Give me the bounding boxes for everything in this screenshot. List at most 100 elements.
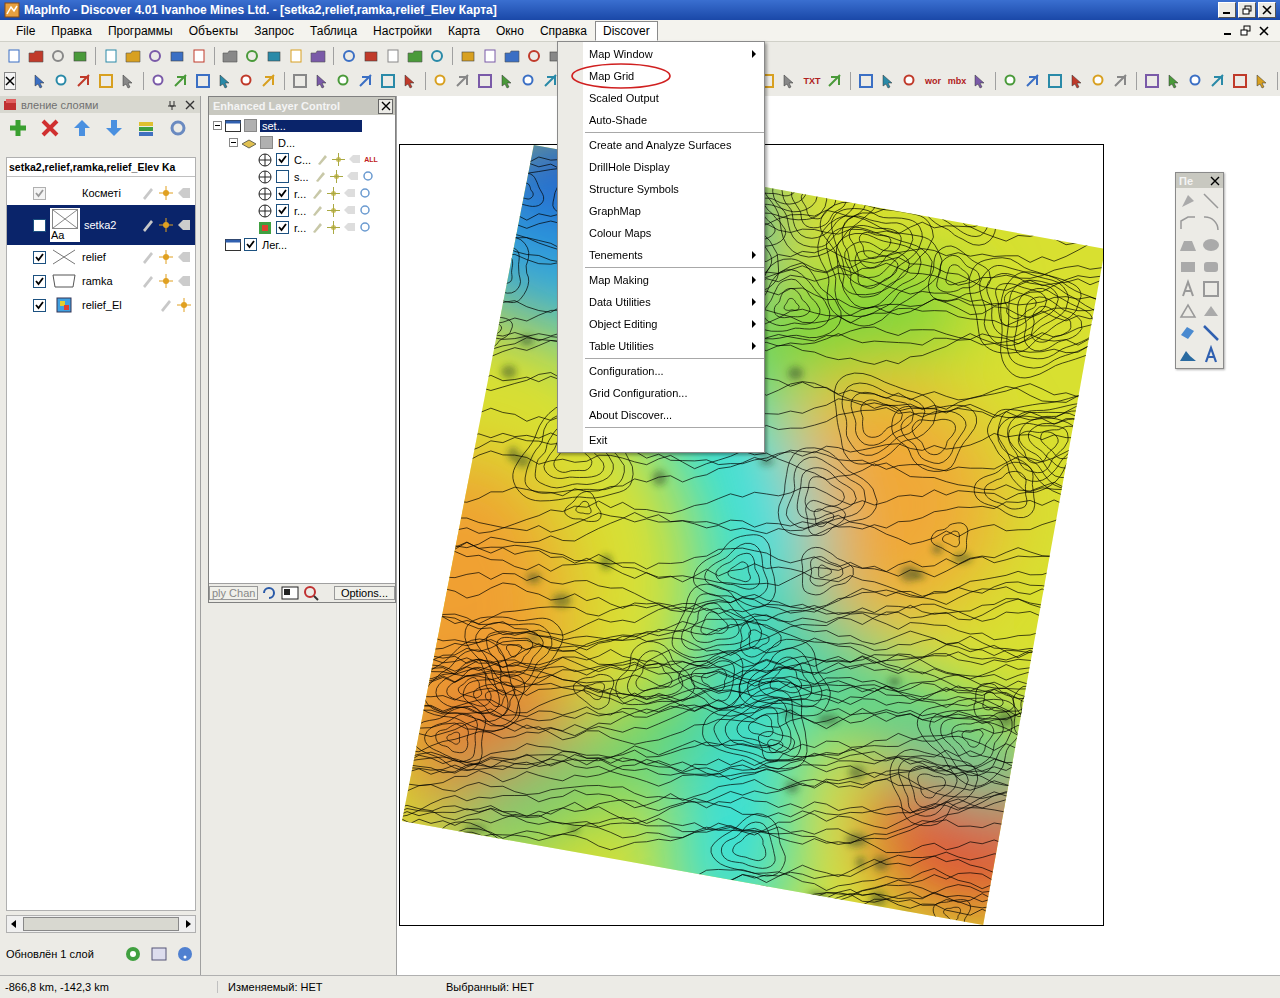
scroll-right-icon[interactable] [181,917,195,931]
tree-node[interactable]: D... [209,134,395,151]
line-style-tool-icon[interactable] [1201,323,1221,343]
move-down-icon[interactable] [104,118,124,138]
rounded-rectangle-tool-icon[interactable] [1201,257,1221,277]
selectable-icon[interactable] [159,218,173,232]
mdi-restore-icon[interactable] [1240,25,1252,37]
label-icon[interactable] [343,187,356,200]
zoom-icon[interactable] [359,221,372,234]
toolbar-button[interactable] [70,46,90,66]
toolbar-button[interactable] [361,46,381,66]
collapse-icon[interactable] [229,138,238,147]
toolbar-button[interactable] [189,46,209,66]
toolbar-button[interactable] [475,71,495,91]
layer-properties-icon[interactable] [136,118,156,138]
menu-entry[interactable]: Auto-Shade [583,109,764,131]
zoom-icon[interactable] [302,584,320,602]
toolbar-button[interactable] [290,71,310,91]
toolbar-button[interactable] [30,71,50,91]
move-up-icon[interactable] [72,118,92,138]
toolbar-button[interactable] [405,46,425,66]
toolbar-button[interactable] [453,71,473,91]
close-button[interactable] [378,99,393,114]
toolbar-button[interactable] [427,46,447,66]
layer-visible-checkbox[interactable] [33,251,46,264]
label-icon[interactable] [343,221,356,234]
layer-visible-checkbox[interactable] [33,219,46,232]
text-style-tool-icon[interactable] [1201,345,1221,365]
menu-item[interactable]: Таблица [302,21,365,41]
label-icon[interactable] [346,170,359,183]
restore-button[interactable] [1238,2,1256,18]
edit-icon[interactable] [314,170,327,183]
toolbar-button[interactable] [431,71,451,91]
menu-item[interactable]: File [8,21,43,41]
style-tool-icon[interactable] [1178,323,1198,343]
toolbar-button[interactable] [1230,71,1250,91]
menu-item[interactable]: Запрос [246,21,302,41]
zoom-icon[interactable] [362,170,375,183]
menu-entry[interactable]: Map Making [583,269,764,291]
toolbar-button[interactable] [1208,71,1228,91]
tree-node[interactable]: Лег... [209,236,395,253]
layer-row[interactable]: relief_El [7,293,195,317]
menu-entry[interactable]: Map Grid [583,65,764,87]
apply-icon[interactable] [124,945,142,963]
toolbar-button[interactable] [242,46,262,66]
horizontal-scrollbar[interactable] [6,915,196,933]
toolbar-button[interactable] [1045,71,1065,91]
toolbar-button[interactable] [74,71,94,91]
refresh-icon[interactable] [260,584,278,602]
zoom-icon[interactable] [359,204,372,217]
toolbar-button[interactable] [308,46,328,66]
scroll-left-icon[interactable] [7,917,21,931]
add-node-tool-icon[interactable] [1201,301,1221,321]
menu-entry[interactable]: Create and Analyze Surfaces [583,134,764,156]
drawing-palette[interactable]: Пе [1175,172,1224,369]
menu-entry[interactable]: Structure Symbols [583,178,764,200]
menu-entry[interactable]: About Discover... [583,404,764,426]
toolbar-button[interactable] [1067,71,1087,91]
node-checkbox[interactable] [276,204,289,217]
editable-icon[interactable] [141,186,155,200]
rectangle-tool-icon[interactable] [1178,257,1198,277]
toolbar-button[interactable] [145,46,165,66]
text-tool-icon[interactable] [1178,279,1198,299]
minimize-button[interactable] [1218,2,1236,18]
menu-entry[interactable]: Exit [583,429,764,451]
menu-entry[interactable]: Colour Maps [583,222,764,244]
collapse-icon[interactable] [213,121,222,130]
toolbar-button[interactable] [400,71,420,91]
arc-tool-icon[interactable] [1201,213,1221,233]
toolbar-button[interactable] [458,46,478,66]
label-icon[interactable] [177,250,191,264]
tree-node[interactable]: r... [209,219,395,236]
layer-row[interactable]: Косметі [7,181,195,205]
apply-changes-button[interactable]: ply Chan [209,586,258,600]
tree-node[interactable]: r... [209,185,395,202]
toolbar-button[interactable] [524,46,544,66]
toolbar-button[interactable] [26,46,46,66]
layer-visible-checkbox[interactable] [33,187,46,200]
label-icon[interactable] [177,186,191,200]
toolbar-button[interactable] [1252,71,1272,91]
remove-layer-icon[interactable] [40,118,60,138]
map-window[interactable] [396,96,1280,975]
toolbar-button[interactable] [779,71,799,91]
close-icon[interactable] [1210,176,1220,186]
region-style-tool-icon[interactable] [1178,345,1198,365]
select-icon[interactable] [327,221,340,234]
toolbar-button[interactable] [220,46,240,66]
node-checkbox[interactable] [276,187,289,200]
help-icon[interactable] [176,945,194,963]
toolbar-button[interactable] [4,46,24,66]
tree-node[interactable]: C...ALL [209,151,395,168]
select-icon[interactable] [327,187,340,200]
toolbar-button[interactable] [1164,71,1184,91]
menu-entry[interactable]: Table Utilities [583,335,764,357]
options-button[interactable]: Options... [334,586,395,600]
layer-row[interactable]: relief [7,245,195,269]
layer-visible-checkbox[interactable] [33,275,46,288]
toolbar-button[interactable] [1001,71,1021,91]
toolbar-button[interactable] [215,71,235,91]
node-checkbox[interactable] [244,119,257,132]
